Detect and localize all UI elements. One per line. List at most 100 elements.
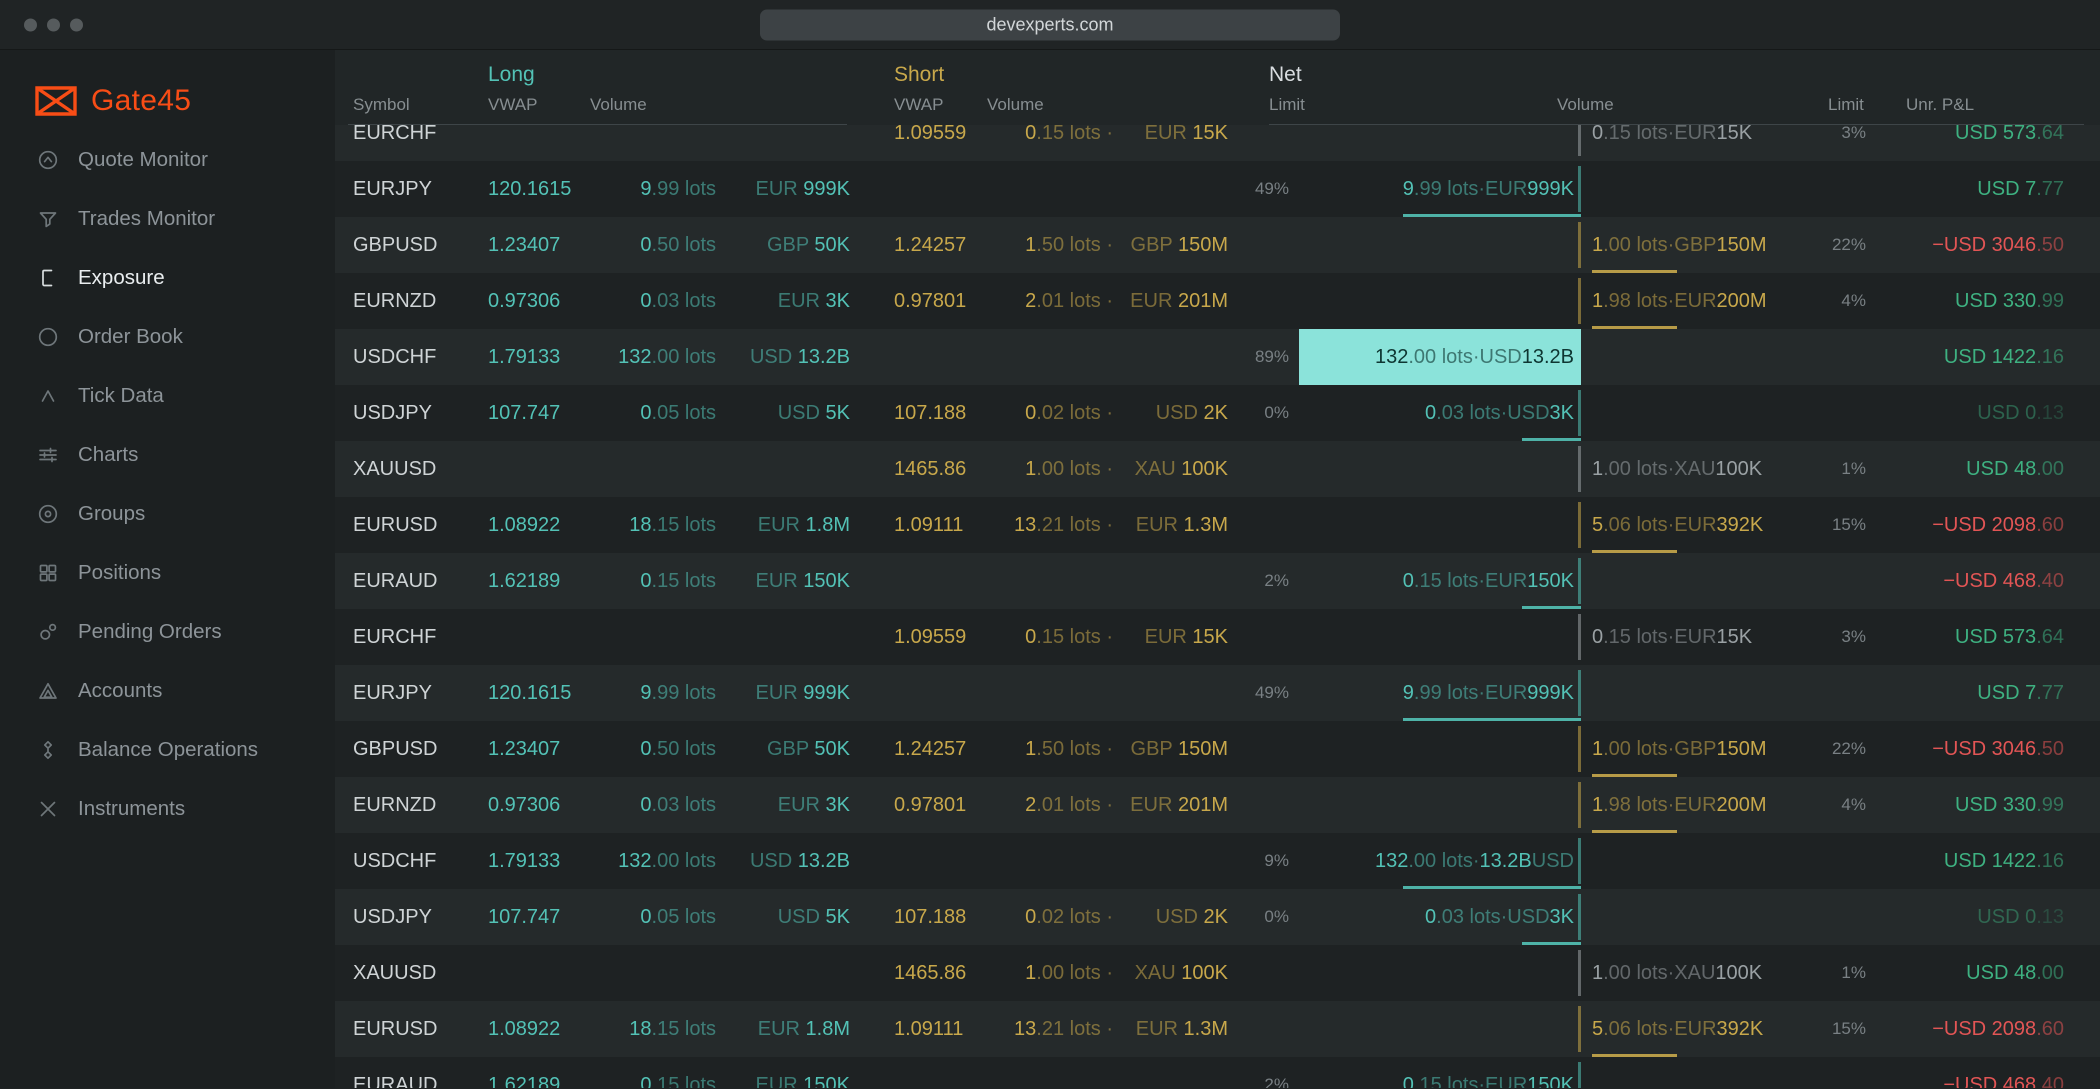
cell-long-volume: USD 5K — [716, 402, 850, 425]
cell-unr-pnl: USD 48.00 — [1866, 458, 2100, 481]
cell-short-vwap: 0.97801 — [850, 290, 990, 313]
table-row[interactable]: GBPUSD1.234070.50 lotsGBP 50K1.242571.50… — [335, 217, 2100, 273]
cell-short-vwap: 107.188 — [850, 906, 990, 929]
column-header-long-vwap[interactable]: VWAP — [488, 95, 537, 115]
table-row[interactable]: GBPUSD1.234070.50 lotsGBP 50K1.242571.50… — [335, 721, 2100, 777]
address-bar[interactable]: devexperts.com — [760, 9, 1340, 40]
cell-net-volume-short — [1581, 161, 1815, 217]
sidebar-item-quote-monitor[interactable]: Quote Monitor — [0, 130, 335, 189]
cell-short-volume: EUR 1.3M — [1113, 1018, 1228, 1041]
positions-icon — [36, 561, 60, 585]
table-row[interactable]: EURUSD1.0892218.15 lotsEUR 1.8M1.0911113… — [335, 497, 2100, 553]
sidebar-item-order-book[interactable]: Order Book — [0, 307, 335, 366]
cell-long-size: 0.05 lots — [595, 402, 716, 425]
cell-unr-pnl: USD 7.77 — [1866, 682, 2100, 705]
cell-long-volume: EUR 3K — [716, 794, 850, 817]
cell-net-volume-long — [1299, 273, 1581, 329]
table-row[interactable]: USDCHF1.79133132.00 lotsUSD 13.2B9%132.0… — [335, 833, 2100, 889]
cell-short-vwap: 1465.86 — [850, 458, 990, 481]
sidebar-item-positions[interactable]: Positions — [0, 543, 335, 602]
sidebar-item-pending-orders[interactable]: Pending Orders — [0, 602, 335, 661]
cell-long-volume: EUR 999K — [716, 682, 850, 705]
cell-net-volume-short: 1.00 lots · GBP 150M — [1581, 217, 1815, 273]
cell-net-limit: 49% — [1228, 179, 1299, 199]
table-row[interactable]: EURJPY120.16159.99 lotsEUR 999K49%9.99 l… — [335, 161, 2100, 217]
cell-long-vwap: 120.1615 — [488, 682, 595, 705]
cell-short-vwap: 1465.86 — [850, 962, 990, 985]
table-row[interactable]: EURAUD1.621890.15 lotsEUR 150K2%0.15 lot… — [335, 1057, 2100, 1088]
cell-unr-pnl: USD 1422.16 — [1866, 850, 2100, 873]
table-row[interactable]: EURNZD0.973060.03 lotsEUR 3K0.978012.01 … — [335, 777, 2100, 833]
column-header-unr-pnl[interactable]: Unr. P&L — [1906, 95, 1974, 115]
cell-net-volume-short: 0.15 lots · EUR 15K — [1581, 125, 1815, 161]
sidebar-item-tick-data[interactable]: Tick Data — [0, 366, 335, 425]
cell-long-vwap: 120.1615 — [488, 178, 595, 201]
cell-unr-pnl: −USD 2098.60 — [1866, 514, 2100, 537]
sidebar-item-label: Balance Operations — [78, 738, 258, 762]
sidebar-item-accounts[interactable]: Accounts — [0, 661, 335, 720]
pending-orders-icon — [36, 620, 60, 644]
cell-net-volume-short: 1.00 lots · XAU 100K — [1581, 945, 1815, 1001]
column-header-net-limit[interactable]: Limit — [1269, 95, 1305, 115]
cell-short-size: 1.50 lots · — [990, 738, 1113, 761]
cell-net-limit-2: 22% — [1815, 235, 1866, 255]
column-header-net-limit-2[interactable]: Limit — [1828, 95, 1864, 115]
table-row[interactable]: EURCHF1.095590.15 lots ·EUR 15K0.15 lots… — [335, 125, 2100, 161]
table-row[interactable]: EURUSD1.0892218.15 lotsEUR 1.8M1.0911113… — [335, 1001, 2100, 1057]
cell-short-size: 0.15 lots · — [990, 125, 1113, 145]
column-header-short-volume[interactable]: Volume — [987, 95, 1044, 115]
cell-long-size: 0.15 lots — [595, 570, 716, 593]
cell-short-size: 0.02 lots · — [990, 402, 1113, 425]
table-row[interactable]: EURAUD1.621890.15 lotsEUR 150K2%0.15 lot… — [335, 553, 2100, 609]
cell-short-vwap: 0.97801 — [850, 794, 990, 817]
window-minimize-button[interactable] — [47, 18, 60, 31]
selected-net-volume-cell[interactable]: 132.00 lots · USD 13.2B — [1299, 329, 1581, 385]
cell-long-vwap: 0.97306 — [488, 794, 595, 817]
table-row[interactable]: EURNZD0.973060.03 lotsEUR 3K0.978012.01 … — [335, 273, 2100, 329]
column-header-net-volume[interactable]: Volume — [1557, 95, 1614, 115]
table-row[interactable]: XAUUSD1465.861.00 lots ·XAU 100K1.00 lot… — [335, 945, 2100, 1001]
sidebar-item-exposure[interactable]: Exposure — [0, 248, 335, 307]
column-header-short-vwap[interactable]: VWAP — [894, 95, 943, 115]
cell-unr-pnl: −USD 3046.50 — [1866, 738, 2100, 761]
order-book-icon — [36, 325, 60, 349]
table-row[interactable]: USDJPY107.7470.05 lotsUSD 5K107.1880.02 … — [335, 385, 2100, 441]
column-header-long-volume[interactable]: Volume — [590, 95, 647, 115]
cell-unr-pnl: −USD 468.40 — [1866, 570, 2100, 593]
sidebar-item-trades-monitor[interactable]: Trades Monitor — [0, 189, 335, 248]
sidebar-item-label: Quote Monitor — [78, 148, 208, 172]
cell-unr-pnl: USD 330.99 — [1866, 290, 2100, 313]
cell-net-volume-short: 5.06 lots · EUR 392K — [1581, 497, 1815, 553]
cell-long-size: 132.00 lots — [595, 346, 716, 369]
cell-net-volume-short: 0.15 lots · EUR 15K — [1581, 609, 1815, 665]
table-row[interactable]: EURJPY120.16159.99 lotsEUR 999K49%9.99 l… — [335, 665, 2100, 721]
sidebar-item-balance-operations[interactable]: Balance Operations — [0, 720, 335, 779]
cell-long-vwap: 107.747 — [488, 906, 595, 929]
table-row[interactable]: USDCHF1.79133132.00 lotsUSD 13.2B89%132.… — [335, 329, 2100, 385]
cell-net-volume-short: 1.98 lots · EUR 200M — [1581, 777, 1815, 833]
cell-long-volume: GBP 50K — [716, 234, 850, 257]
sidebar-item-charts[interactable]: Charts — [0, 425, 335, 484]
sidebar-item-label: Trades Monitor — [78, 207, 215, 231]
column-header-symbol[interactable]: Symbol — [353, 95, 410, 115]
cell-net-volume-long: 9.99 lots · EUR 999K — [1299, 161, 1581, 217]
sidebar-item-label: Exposure — [78, 266, 165, 290]
cell-long-size: 18.15 lots — [595, 1018, 716, 1041]
sidebar-item-instruments[interactable]: Instruments — [0, 779, 335, 838]
cell-long-size: 0.03 lots — [595, 290, 716, 313]
window-close-button[interactable] — [24, 18, 37, 31]
cell-unr-pnl: −USD 468.40 — [1866, 1074, 2100, 1089]
titlebar: devexperts.com — [0, 0, 2100, 50]
cell-unr-pnl: USD 330.99 — [1866, 794, 2100, 817]
table-row[interactable]: EURCHF1.095590.15 lots ·EUR 15K0.15 lots… — [335, 609, 2100, 665]
sidebar-item-groups[interactable]: Groups — [0, 484, 335, 543]
balance-operations-icon — [36, 738, 60, 762]
window-zoom-button[interactable] — [70, 18, 83, 31]
cell-long-volume: EUR 150K — [716, 1074, 850, 1089]
window-controls — [24, 18, 83, 31]
cell-long-size: 0.03 lots — [595, 794, 716, 817]
cell-unr-pnl: USD 573.64 — [1866, 626, 2100, 649]
table-row[interactable]: XAUUSD1465.861.00 lots ·XAU 100K1.00 lot… — [335, 441, 2100, 497]
quote-monitor-icon — [36, 148, 60, 172]
table-row[interactable]: USDJPY107.7470.05 lotsUSD 5K107.1880.02 … — [335, 889, 2100, 945]
